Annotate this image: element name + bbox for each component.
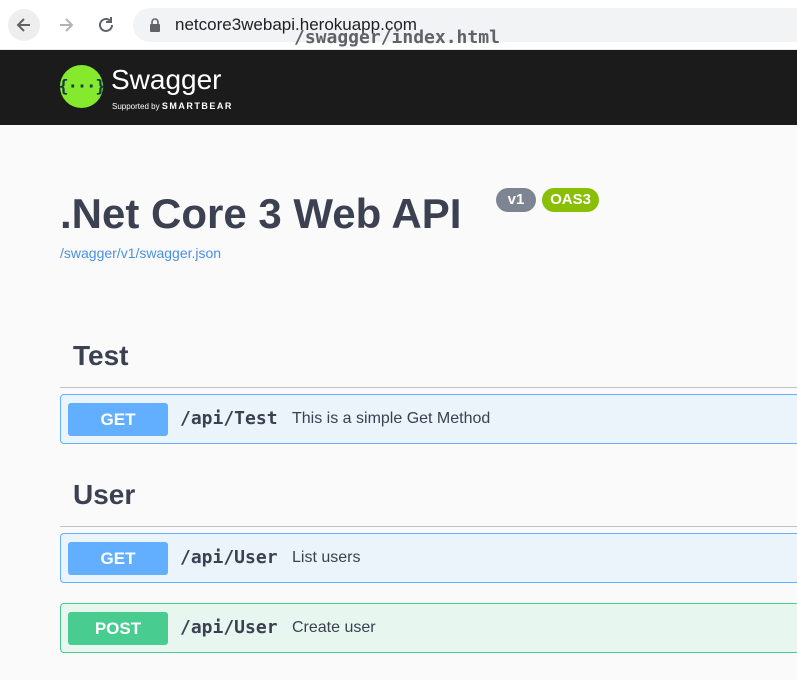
- forward-button[interactable]: [50, 9, 82, 41]
- swagger-logo-icon[interactable]: {···}: [58, 65, 106, 108]
- logo-mark-text: {···}: [58, 76, 105, 97]
- operation-path: /api/User: [180, 547, 278, 568]
- logo-subtitle: Supported by SMARTBEAR: [112, 101, 233, 112]
- lock-icon: [150, 18, 160, 32]
- method-badge: GET: [68, 403, 168, 436]
- operation-get-api-user[interactable]: GET /api/User List users: [60, 533, 797, 583]
- operation-post-api-user[interactable]: POST /api/User Create user: [60, 603, 797, 653]
- method-badge: POST: [68, 612, 168, 645]
- back-button[interactable]: [8, 9, 40, 41]
- oas-badge: OAS3: [542, 188, 599, 212]
- browser-toolbar: netcore3webapi.herokuapp.com/swagger/ind…: [0, 0, 797, 50]
- back-arrow-icon: [16, 18, 30, 32]
- swagger-topbar: {···} Swagger Supported by SMARTBEAR: [0, 50, 797, 125]
- tag-header-test[interactable]: Test: [60, 335, 797, 388]
- operation-summary: Create user: [292, 619, 376, 636]
- operation-summary: List users: [292, 549, 361, 566]
- url-text: netcore3webapi.herokuapp.com/swagger/ind…: [175, 16, 500, 47]
- page-title: .Net Core 3 Web API: [60, 190, 462, 237]
- operation-path: /api/Test: [180, 408, 278, 429]
- tag-name: Test: [73, 340, 129, 371]
- operation-summary: This is a simple Get Method: [292, 410, 491, 427]
- operation-path: /api/User: [180, 617, 278, 638]
- spec-link[interactable]: /swagger/v1/swagger.json: [60, 245, 221, 261]
- logo-sub-brand: SMARTBEAR: [161, 101, 233, 111]
- method-badge: GET: [68, 542, 168, 575]
- reload-icon: [99, 17, 113, 32]
- logo-text[interactable]: Swagger: [111, 64, 222, 96]
- version-badge: v1: [496, 188, 536, 212]
- operation-get-api-test[interactable]: GET /api/Test This is a simple Get Metho…: [60, 394, 797, 444]
- logo-sub-prefix: Supported by: [112, 102, 160, 111]
- address-bar[interactable]: netcore3webapi.herokuapp.com/swagger/ind…: [133, 8, 797, 47]
- tag-header-user[interactable]: User: [60, 474, 797, 527]
- url-path: /swagger/index.html: [294, 27, 500, 48]
- reload-button[interactable]: [90, 9, 122, 41]
- forward-arrow-icon: [60, 18, 74, 32]
- tag-name: User: [73, 479, 136, 510]
